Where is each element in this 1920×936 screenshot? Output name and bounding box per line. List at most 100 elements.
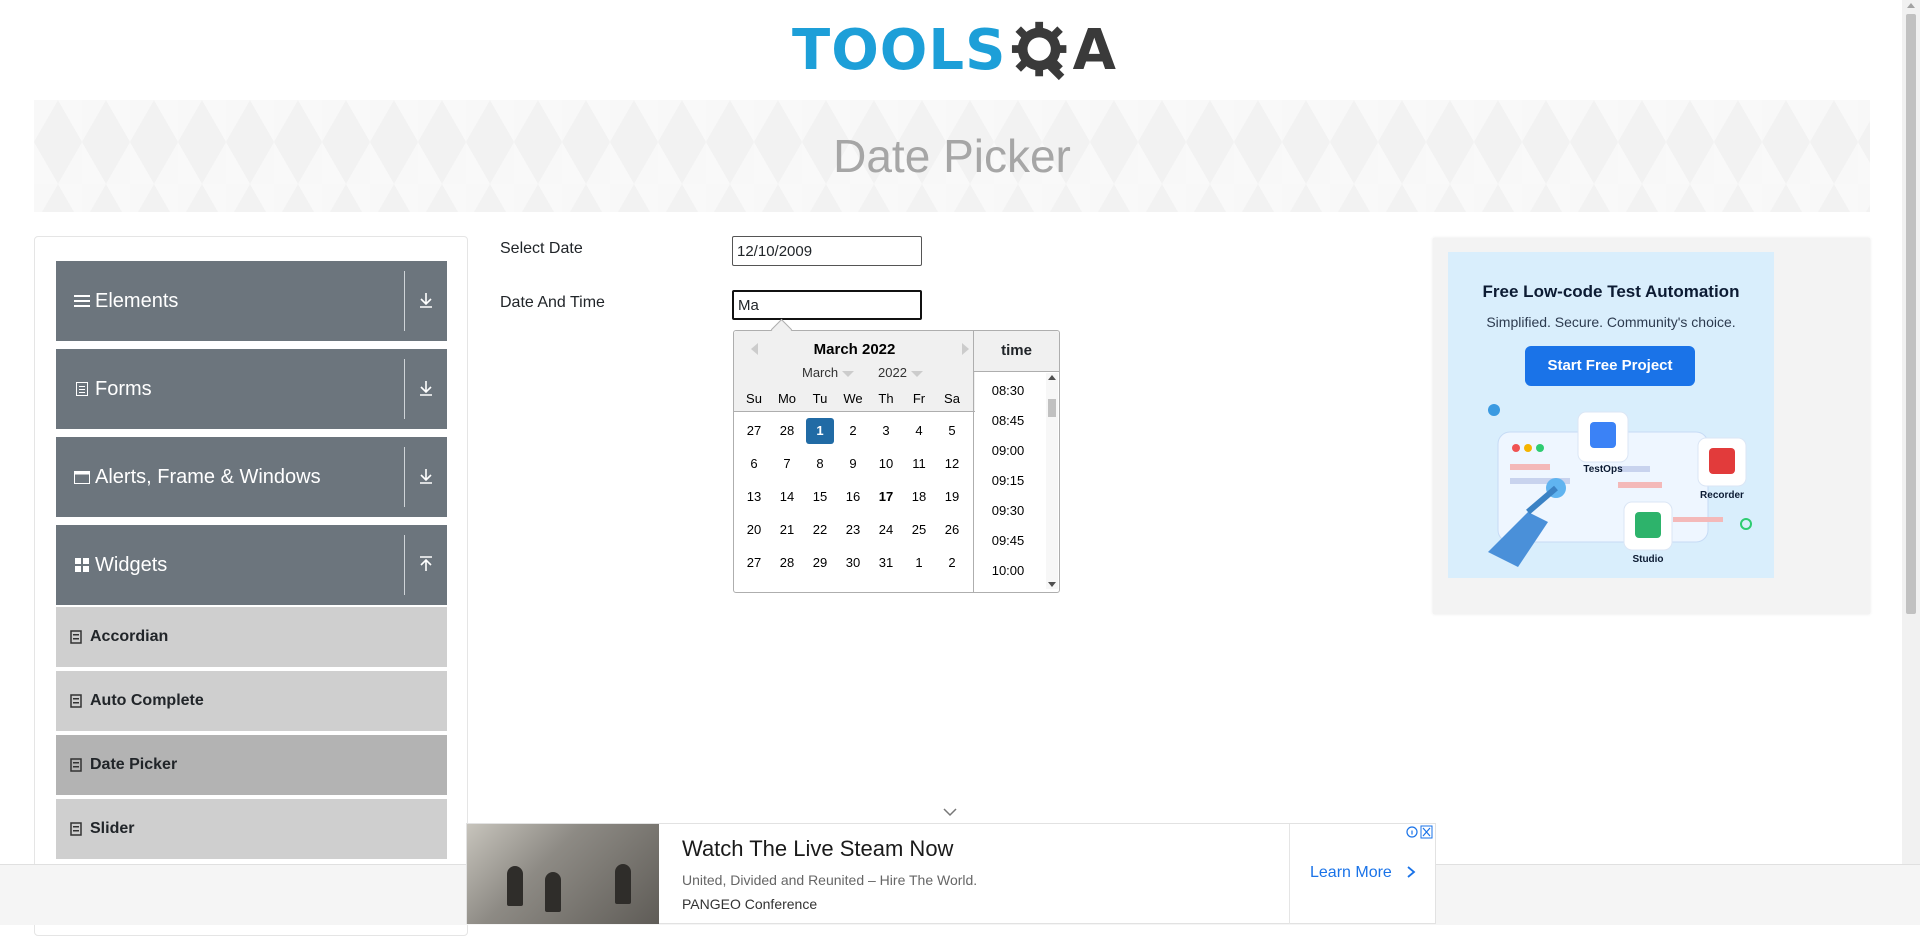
ad-title: Free Low-code Test Automation xyxy=(1482,282,1740,301)
sidebar: Elements Forms Alerts, Frame & Windows W… xyxy=(34,236,468,936)
sidebar-group-elements[interactable]: Elements xyxy=(56,261,447,341)
time-option[interactable]: 09:00 xyxy=(974,443,1042,458)
calendar-day[interactable]: 29 xyxy=(806,550,834,576)
sidebar-item-slider[interactable]: Slider xyxy=(56,799,447,861)
calendar-day[interactable]: 28 xyxy=(773,550,801,576)
calendar-day[interactable]: 1 xyxy=(806,418,834,444)
sidebar-group-forms[interactable]: Forms xyxy=(56,349,447,429)
calendar-day[interactable]: 24 xyxy=(872,517,900,543)
calendar-day[interactable]: 8 xyxy=(806,451,834,477)
ad-card[interactable]: Free Low-code Test Automation Simplified… xyxy=(1448,252,1774,578)
year-select[interactable]: 2022 xyxy=(878,365,923,380)
window-icon xyxy=(73,468,91,486)
select-date-label: Select Date xyxy=(500,240,583,257)
divider xyxy=(1289,824,1290,924)
calendar-day[interactable]: 3 xyxy=(872,418,900,444)
month-select[interactable]: March xyxy=(802,365,855,380)
date-time-input[interactable] xyxy=(732,290,922,320)
date-time-label: Date And Time xyxy=(500,294,605,311)
divider xyxy=(404,359,405,419)
calendar-day[interactable]: 5 xyxy=(938,418,966,444)
calendar-day[interactable]: 21 xyxy=(773,517,801,543)
calendar-day[interactable]: 27 xyxy=(740,418,768,444)
weekday-label: Sa xyxy=(944,391,960,406)
calendar-day[interactable]: 1 xyxy=(905,550,933,576)
bottom-advertisement[interactable]: Watch The Live Steam Now United, Divided… xyxy=(466,823,1436,924)
sidebar-item-accordian[interactable]: Accordian xyxy=(56,607,447,669)
photo-person xyxy=(507,866,523,906)
calendar-day[interactable]: 27 xyxy=(740,550,768,576)
weekday-label: We xyxy=(843,391,863,406)
calendar-day[interactable]: 2 xyxy=(938,550,966,576)
calendar-day[interactable]: 18 xyxy=(905,484,933,510)
divider xyxy=(404,447,405,507)
download-arrow-icon[interactable] xyxy=(415,377,437,399)
time-column: time 08:30 08:45 09:00 09:15 09:30 09:45 10:00 xyxy=(973,331,1059,592)
calendar-day[interactable]: 9 xyxy=(839,451,867,477)
year-select-value: 2022 xyxy=(878,365,907,380)
toolsqa-logo[interactable]: TOOLS A xyxy=(792,14,1116,88)
time-header: time xyxy=(974,331,1059,372)
time-option[interactable]: 10:00 xyxy=(974,563,1042,578)
page-scrollbar[interactable] xyxy=(1902,0,1920,924)
calendar-day[interactable]: 16 xyxy=(839,484,867,510)
time-option[interactable]: 09:15 xyxy=(974,473,1042,488)
scroll-thumb[interactable] xyxy=(1048,399,1056,417)
photo-person xyxy=(545,872,561,912)
badge-testops: TestOps xyxy=(1583,464,1623,475)
calendar-day[interactable]: 15 xyxy=(806,484,834,510)
sidebar-group-label: Widgets xyxy=(95,553,168,576)
form-icon xyxy=(73,380,91,398)
calendar-day[interactable]: 22 xyxy=(806,517,834,543)
calendar-day[interactable]: 10 xyxy=(872,451,900,477)
page-title: Date Picker xyxy=(833,130,1071,182)
sidebar-item-label: Accordian xyxy=(90,628,169,645)
calendar-day[interactable]: 4 xyxy=(905,418,933,444)
sidebar-item-label: Slider xyxy=(90,820,135,837)
calendar-day[interactable]: 31 xyxy=(872,550,900,576)
calendar-day[interactable]: 20 xyxy=(740,517,768,543)
time-option[interactable]: 09:30 xyxy=(974,503,1042,518)
calendar-day[interactable]: 28 xyxy=(773,418,801,444)
calendar-day[interactable]: 6 xyxy=(740,451,768,477)
calendar-day[interactable]: 19 xyxy=(938,484,966,510)
calendar-day[interactable]: 14 xyxy=(773,484,801,510)
scroll-thumb[interactable] xyxy=(1906,14,1916,614)
photo-person xyxy=(615,864,631,904)
adchoices-close-icon[interactable] xyxy=(1405,825,1433,839)
calendar-day[interactable]: 11 xyxy=(905,451,933,477)
time-option[interactable]: 08:30 xyxy=(974,383,1042,398)
scroll-up-icon[interactable] xyxy=(1907,3,1915,8)
sidebar-item-label: Date Picker xyxy=(90,756,178,773)
download-arrow-icon[interactable] xyxy=(415,289,437,311)
calendar-day[interactable]: 13 xyxy=(740,484,768,510)
time-option[interactable]: 09:45 xyxy=(974,533,1042,548)
time-scrollbar[interactable] xyxy=(1046,373,1058,589)
chevron-down-icon[interactable] xyxy=(942,806,958,818)
calendar-day[interactable]: 26 xyxy=(938,517,966,543)
calendar-day[interactable]: 25 xyxy=(905,517,933,543)
select-date-input[interactable] xyxy=(732,236,922,266)
calendar-day[interactable]: 12 xyxy=(938,451,966,477)
calendar-day[interactable]: 23 xyxy=(839,517,867,543)
scroll-up-icon[interactable] xyxy=(1048,375,1056,380)
calendar-day[interactable]: 7 xyxy=(773,451,801,477)
sidebar-item-label: Auto Complete xyxy=(90,692,204,709)
calendar-day[interactable]: 2 xyxy=(839,418,867,444)
upload-arrow-icon[interactable] xyxy=(415,553,437,575)
calendar-day[interactable]: 30 xyxy=(839,550,867,576)
scroll-down-icon[interactable] xyxy=(1048,582,1056,587)
badge-studio: Studio xyxy=(1632,554,1663,565)
menu-item-icon xyxy=(70,822,82,836)
chevron-right-icon[interactable] xyxy=(1405,866,1417,878)
sidebar-group-label: Elements xyxy=(95,289,179,312)
learn-more-link[interactable]: Learn More xyxy=(1310,864,1392,882)
sidebar-item-date-picker[interactable]: Date Picker xyxy=(56,735,447,797)
download-arrow-icon[interactable] xyxy=(415,465,437,487)
sidebar-group-widgets[interactable]: Widgets xyxy=(56,525,447,605)
time-option[interactable]: 08:45 xyxy=(974,413,1042,428)
sidebar-item-auto-complete[interactable]: Auto Complete xyxy=(56,671,447,733)
sidebar-group-alerts[interactable]: Alerts, Frame & Windows xyxy=(56,437,447,517)
start-free-project-button[interactable]: Start Free Project xyxy=(1525,346,1695,386)
calendar-day[interactable]: 17 xyxy=(872,484,900,510)
